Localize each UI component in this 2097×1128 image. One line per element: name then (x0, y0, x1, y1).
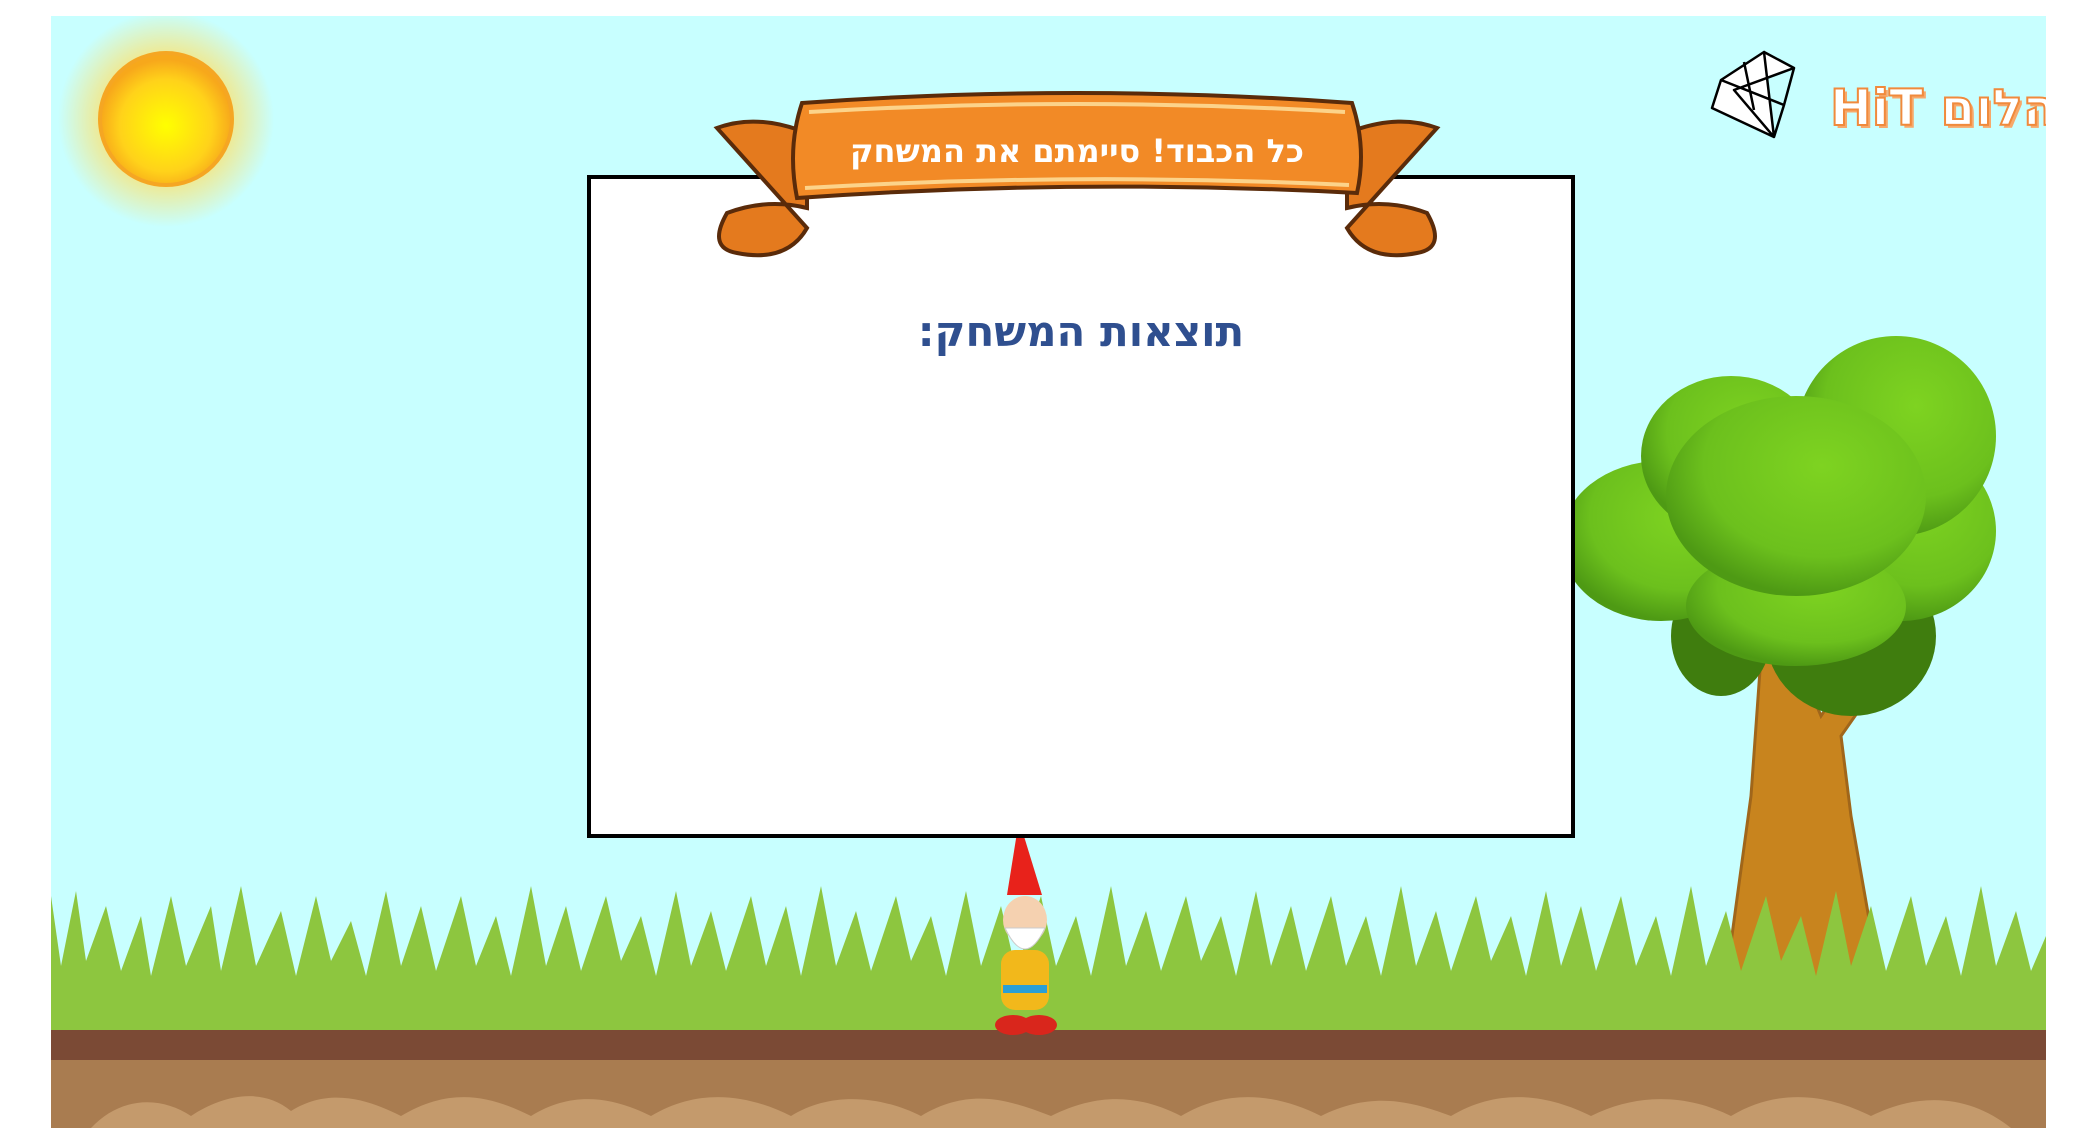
congratulations-banner: כל הכבוד! סיימתם את המשחק (697, 88, 1457, 263)
results-panel: תוצאות המשחק: (587, 175, 1575, 838)
tree-icon (1561, 336, 1996, 1018)
banner-title: כל הכבוד! סיימתם את המשחק (849, 132, 1305, 170)
logo: ביהלום HiT (1710, 50, 2046, 140)
logo-text: ביהלום HiT (1829, 79, 2046, 137)
soil-stripe (51, 1030, 2046, 1060)
game-scene: תוצאות המשחק: כל הכבוד! סיימתם את המשחק … (51, 16, 2046, 1128)
results-heading: תוצאות המשחק: (917, 307, 1245, 356)
sun-icon (58, 16, 274, 227)
diamond-icon (1710, 50, 1796, 139)
